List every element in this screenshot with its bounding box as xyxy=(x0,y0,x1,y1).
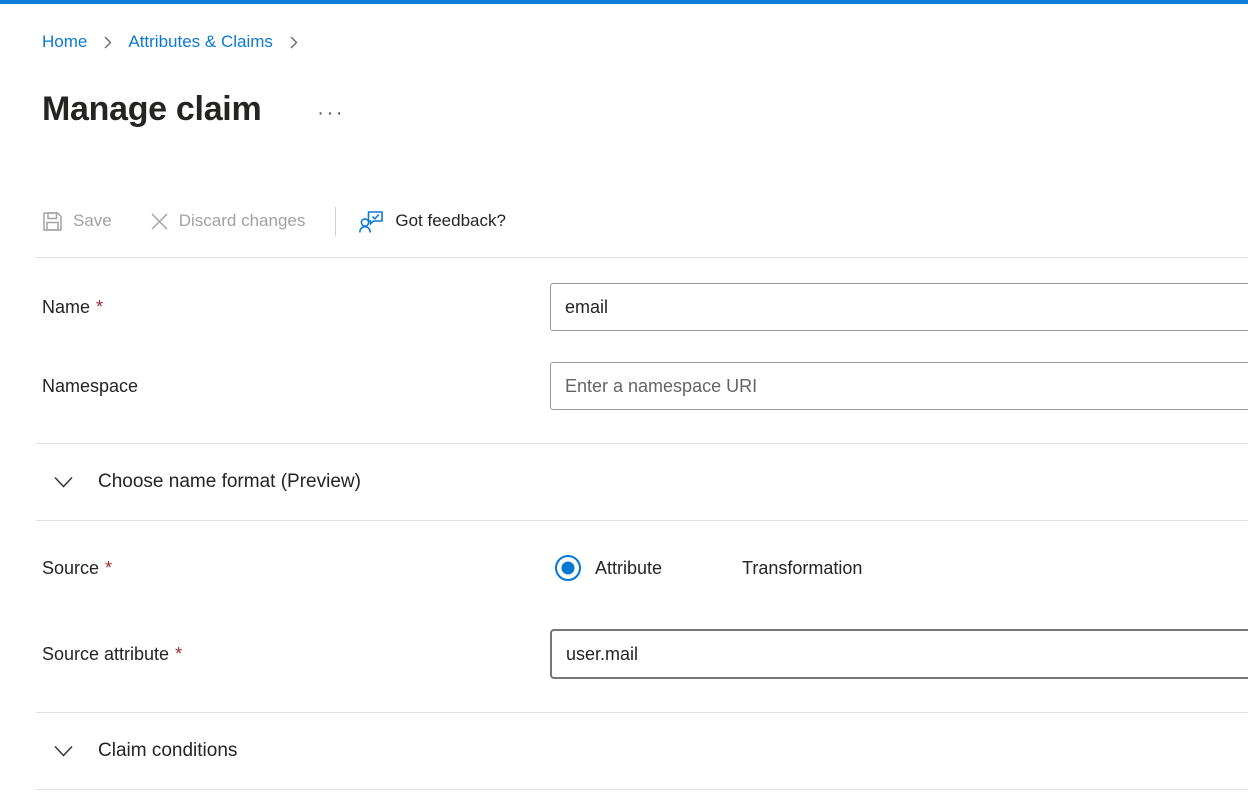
discard-changes-label: Discard changes xyxy=(179,211,306,231)
command-bar: Save Discard changes Got feedback? xyxy=(42,199,1248,243)
required-asterisk: * xyxy=(96,297,103,317)
name-label: Name* xyxy=(42,297,550,318)
breadcrumb-home-link[interactable]: Home xyxy=(42,29,87,55)
choose-name-format-section-toggle[interactable]: Choose name format (Preview) xyxy=(0,444,1248,520)
page-title: Manage claim xyxy=(42,85,261,133)
required-asterisk: * xyxy=(175,644,182,664)
source-transformation-radio[interactable]: Transformation xyxy=(702,555,862,581)
namespace-field-row: Namespace xyxy=(0,362,1248,410)
namespace-label: Namespace xyxy=(42,376,550,397)
save-button-label: Save xyxy=(73,211,112,231)
got-feedback-button[interactable]: Got feedback? xyxy=(358,208,506,235)
name-field-row: Name* xyxy=(0,283,1248,331)
required-asterisk: * xyxy=(105,558,112,578)
source-attribute-label: Source attribute* xyxy=(42,644,550,665)
divider xyxy=(36,789,1248,790)
page-header: Manage claim ··· xyxy=(42,85,1248,133)
choose-name-format-section-label: Choose name format (Preview) xyxy=(98,471,361,493)
chevron-down-icon xyxy=(53,744,74,758)
save-button[interactable]: Save xyxy=(42,211,112,232)
chevron-right-icon xyxy=(100,34,115,51)
divider xyxy=(36,520,1248,521)
chevron-down-icon xyxy=(53,475,74,489)
chevron-right-icon xyxy=(286,34,301,51)
namespace-input[interactable] xyxy=(550,362,1248,410)
breadcrumb-attributes-claims-link[interactable]: Attributes & Claims xyxy=(128,29,273,55)
breadcrumb: Home Attributes & Claims xyxy=(42,29,1248,55)
save-icon xyxy=(42,211,63,232)
source-transformation-radio-label: Transformation xyxy=(742,558,862,579)
close-icon xyxy=(150,212,169,231)
radio-selected-icon xyxy=(555,555,581,581)
claim-conditions-section-toggle[interactable]: Claim conditions xyxy=(0,713,1248,789)
source-label: Source* xyxy=(42,558,550,579)
more-options-button[interactable]: ··· xyxy=(317,104,345,123)
discard-changes-button[interactable]: Discard changes xyxy=(150,211,306,231)
claim-conditions-section-label: Claim conditions xyxy=(98,740,237,762)
radio-unselected-icon xyxy=(702,555,728,581)
source-radio-group: Attribute Transformation xyxy=(550,555,862,581)
got-feedback-label: Got feedback? xyxy=(395,211,506,231)
source-attribute-radio-label: Attribute xyxy=(595,558,662,579)
divider xyxy=(36,257,1248,258)
toolbar-divider xyxy=(335,207,336,236)
source-attribute-combobox[interactable] xyxy=(550,629,1248,679)
source-attribute-field-row: Source attribute* xyxy=(0,629,1248,679)
feedback-person-icon xyxy=(358,208,385,235)
source-attribute-radio[interactable]: Attribute xyxy=(555,555,662,581)
source-field-row: Source* Attribute Transformation xyxy=(0,551,1248,585)
name-input[interactable] xyxy=(550,283,1248,331)
top-accent-bar xyxy=(0,0,1248,4)
